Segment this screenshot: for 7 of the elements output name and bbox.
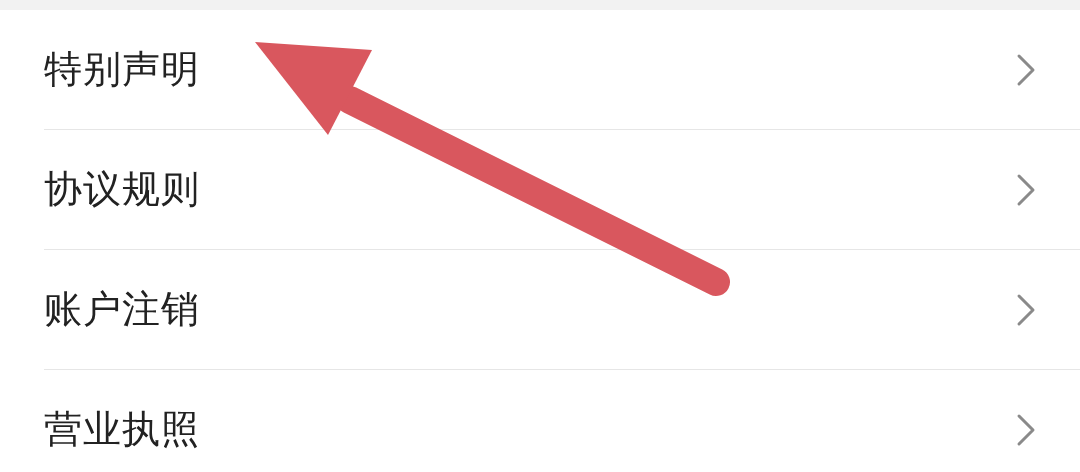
chevron-icon bbox=[1016, 292, 1036, 327]
menu-item[interactable]: 营业执照 bbox=[44, 370, 1080, 472]
menu-item[interactable]: 协议规则 bbox=[44, 130, 1080, 250]
chevron-icon bbox=[1016, 172, 1036, 207]
chevron-icon bbox=[1016, 412, 1036, 447]
menu-item[interactable]: 账户注销 bbox=[44, 250, 1080, 370]
chevron-icon bbox=[1016, 52, 1036, 87]
